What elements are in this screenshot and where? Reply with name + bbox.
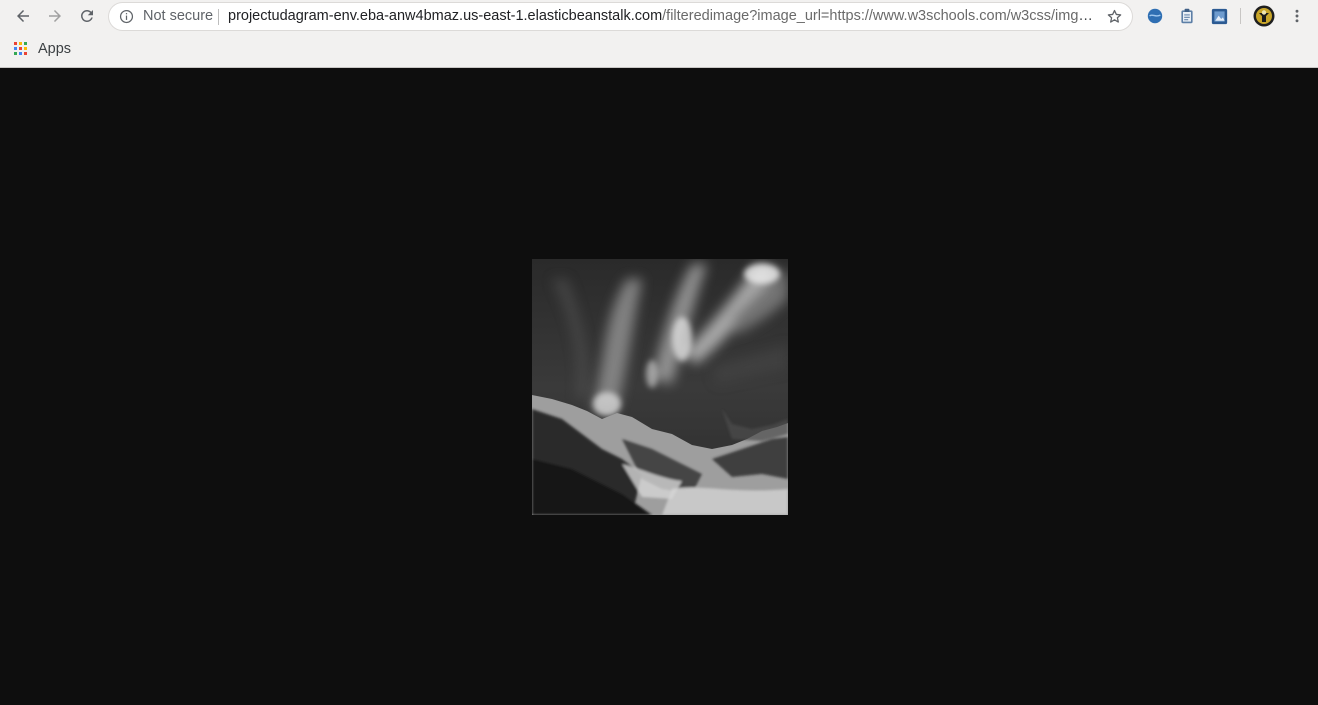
apps-grid-dot [14,46,17,50]
back-button[interactable] [10,4,36,28]
apps-label: Apps [38,41,72,57]
arrow-left-icon [17,10,29,22]
browser-chrome: Not secure projectudagram-env.eba-anw4bm… [0,0,1318,68]
apps-grid-dot [24,46,27,50]
kebab-menu-icon[interactable] [1287,6,1307,26]
apps-grid-dot [19,51,22,55]
filtered-image [532,259,788,515]
apps-shortcut[interactable]: Apps [14,39,71,59]
apps-grid-icon [14,41,29,57]
star-icon[interactable] [1106,8,1123,25]
apps-grid-dot [14,41,17,45]
security-label[interactable]: Not secure [143,8,213,24]
url-host: projectudagram-env.eba-anw4bmaz.us-east-… [228,8,663,24]
apps-grid-dot [19,41,22,45]
address-bar[interactable]: Not secure projectudagram-env.eba-anw4bm… [109,3,1132,30]
page-viewport [1,68,1318,705]
bookmarks-bar: Apps [0,36,1318,62]
apps-grid-dot [19,46,22,50]
profile-avatar[interactable] [1253,5,1275,27]
apps-grid-dot [14,51,17,55]
address-divider [218,9,219,25]
toolbar-divider [1240,8,1241,24]
arrow-right-icon [49,10,61,22]
url-path: /filteredimage?image_url=https://www.w3s… [662,8,1098,24]
apps-grid-dot [24,41,27,45]
url-text[interactable]: projectudagram-env.eba-anw4bmaz.us-east-… [228,8,1098,24]
forward-button[interactable] [42,4,68,28]
clipboard-extension-icon[interactable] [1177,6,1197,26]
photo-extension-icon[interactable] [1209,6,1229,26]
apps-grid-dot [24,51,27,55]
globe-extension-icon[interactable] [1145,6,1165,26]
info-icon[interactable] [119,9,134,24]
reload-button[interactable] [74,4,100,28]
reload-icon [80,9,93,22]
browser-toolbar: Not secure projectudagram-env.eba-anw4bm… [0,0,1318,33]
